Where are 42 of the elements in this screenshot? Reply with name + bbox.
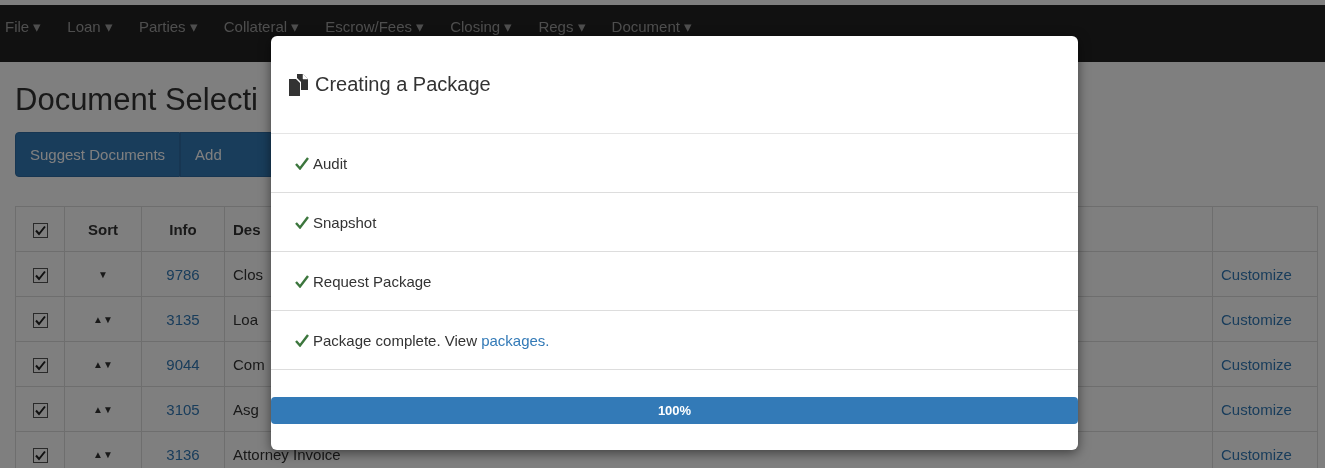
nav-menu[interactable]: Escrow/Fees ▾ <box>325 5 425 36</box>
nav-menu[interactable]: File ▾ <box>5 5 42 36</box>
info-link[interactable]: 9044 <box>166 355 200 373</box>
description-cell: Attorney Invoice <box>233 445 341 463</box>
description-cell: Loa <box>233 310 259 328</box>
documents-icon <box>289 73 309 96</box>
description-cell: Com <box>233 355 265 373</box>
packages-link[interactable]: packages. <box>481 331 550 349</box>
info-link[interactable]: 3135 <box>166 310 200 328</box>
modal-title: Creating a Package <box>315 73 491 96</box>
column-header: Info <box>169 220 197 238</box>
step-text: Request Package <box>313 272 432 290</box>
checkbox[interactable] <box>32 222 48 238</box>
column-header: Sort <box>88 220 118 238</box>
sort-arrows[interactable]: ▲▼ <box>93 403 113 415</box>
nav-menu[interactable]: Closing ▾ <box>450 5 513 36</box>
nav-menu[interactable]: Parties ▾ <box>138 5 198 36</box>
checkbox[interactable] <box>32 267 48 283</box>
nav-menu[interactable]: Document ▾ <box>611 5 693 36</box>
description-cell: Asg <box>233 400 259 418</box>
sort-arrows[interactable]: ▲▼ <box>93 313 113 325</box>
progress-label: 100% <box>657 403 692 418</box>
nav-menu[interactable]: Collateral ▾ <box>223 5 300 36</box>
page-title: Document Selecti <box>15 81 258 119</box>
checkbox[interactable] <box>32 312 48 328</box>
description-cell: Clos <box>233 265 263 283</box>
step-text: Snapshot <box>313 213 377 231</box>
info-link[interactable]: 3136 <box>166 445 200 463</box>
nav-menu[interactable]: Regs ▾ <box>538 5 586 36</box>
suggest-button[interactable]: Suggest Documents <box>15 132 181 177</box>
info-link[interactable]: 9786 <box>166 265 200 283</box>
sort-arrows[interactable]: ▼ <box>98 268 108 280</box>
nav-menu[interactable]: Loan ▾ <box>67 5 113 36</box>
step-text: Package complete. View packages. <box>313 331 550 349</box>
column-header: Des <box>233 220 261 238</box>
sort-arrows[interactable]: ▲▼ <box>93 358 113 370</box>
checkbox[interactable] <box>32 357 48 373</box>
step-text: Audit <box>313 154 348 172</box>
checkbox[interactable] <box>32 447 48 463</box>
sort-arrows[interactable]: ▲▼ <box>93 448 113 460</box>
checkbox[interactable] <box>32 402 48 418</box>
info-link[interactable]: 3105 <box>166 400 200 418</box>
